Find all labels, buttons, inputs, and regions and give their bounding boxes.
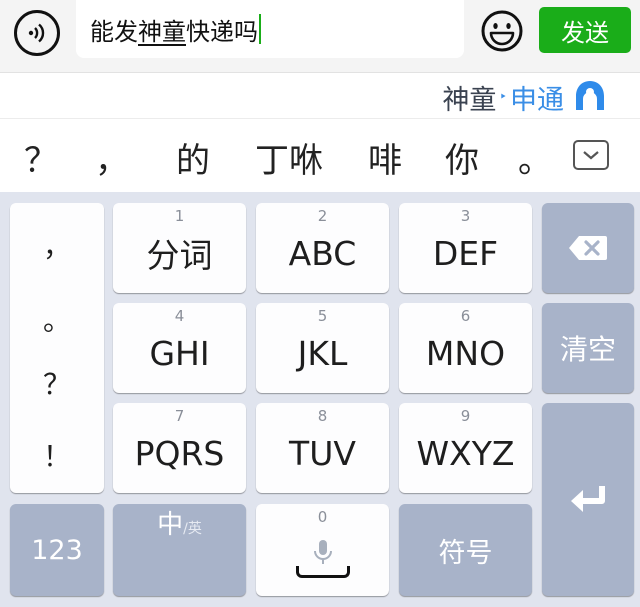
correction-suggestion-bar[interactable]: 神童 ‣ 申通 xyxy=(0,72,640,118)
candidate-item[interactable]: ？ xyxy=(24,133,58,182)
input-text-before: 能发 xyxy=(90,17,138,46)
text-caret xyxy=(259,14,261,44)
key-9[interactable]: 9 WXYZ xyxy=(399,403,532,493)
key-8[interactable]: 8 TUV xyxy=(256,403,389,493)
collapse-candidates-button[interactable] xyxy=(573,140,609,170)
key-2[interactable]: 2 ABC xyxy=(256,203,389,293)
candidate-item[interactable]: 的 xyxy=(176,133,210,182)
candidate-item[interactable]: 丁咻 xyxy=(255,133,323,182)
key-7[interactable]: 7 PQRS xyxy=(113,403,246,493)
enter-key[interactable] xyxy=(542,403,634,596)
lang-en-label: /英 xyxy=(183,521,202,537)
backspace-icon xyxy=(569,236,607,260)
key-number: 7 xyxy=(174,407,185,425)
suggestion-arrow: ‣ xyxy=(499,90,507,105)
suggestion-original: 神童 xyxy=(442,85,497,116)
key-label: MNO xyxy=(425,333,506,373)
backspace-key[interactable] xyxy=(542,203,634,293)
key-label: TUV xyxy=(289,433,356,473)
key-number: 3 xyxy=(460,207,471,225)
punctuation-column[interactable]: ， 。 ？ ！ xyxy=(10,203,104,493)
symbols-key[interactable]: 符号 xyxy=(399,504,532,596)
symbols-label: 符号 xyxy=(438,537,493,569)
clear-label: 清空 xyxy=(559,333,616,366)
candidate-item[interactable]: 。 xyxy=(518,133,552,182)
key-6[interactable]: 6 MNO xyxy=(399,303,532,393)
lang-zh-label: 中 xyxy=(157,510,184,540)
punctuation-key[interactable]: ？ xyxy=(10,363,104,403)
clear-key[interactable]: 清空 xyxy=(542,303,634,393)
language-switch-key[interactable]: 中/英 xyxy=(113,504,246,596)
send-button[interactable]: 发送 xyxy=(539,7,631,53)
key-number: 5 xyxy=(317,307,328,325)
correction-suggestion[interactable]: 神童 ‣ 申通 xyxy=(442,78,564,117)
space-key[interactable]: 0 xyxy=(256,504,389,596)
candidate-item[interactable]: ， xyxy=(95,133,129,182)
message-input[interactable]: 能发 神童 快递吗 xyxy=(76,0,464,58)
key-number: 2 xyxy=(317,207,328,225)
candidate-item[interactable]: 你 xyxy=(445,133,479,182)
suggestion-corrected: 申通 xyxy=(510,85,564,116)
numbers-key[interactable]: 123 xyxy=(10,504,104,596)
key-label: WXYZ xyxy=(416,433,515,473)
input-text-after: 快递吗 xyxy=(186,17,258,46)
collapse-chevron-icon xyxy=(583,151,599,160)
key-label: 分词 xyxy=(146,236,213,275)
candidate-bar: ？ ， 的 丁咻 啡 你 。 xyxy=(0,118,640,192)
key-label: PQRS xyxy=(134,433,225,473)
key-1[interactable]: 1 分词 xyxy=(113,203,246,293)
microphone-icon xyxy=(313,540,332,564)
key-number: 8 xyxy=(317,407,328,425)
punctuation-key[interactable]: ！ xyxy=(10,435,104,475)
key-label: GHI xyxy=(149,333,210,373)
candidate-item[interactable]: 啡 xyxy=(368,133,402,182)
voice-input-button[interactable] xyxy=(14,10,60,56)
input-text-composing: 神童 xyxy=(138,17,186,46)
key-5[interactable]: 5 JKL xyxy=(256,303,389,393)
key-number: 4 xyxy=(174,307,185,325)
key-label: ABC xyxy=(288,233,357,273)
input-bar: 能发 神童 快递吗 发送 xyxy=(0,0,640,72)
key-label: JKL xyxy=(297,333,348,373)
key-number: 0 xyxy=(317,508,328,526)
key-label: DEF xyxy=(432,233,499,273)
key-number: 1 xyxy=(174,207,185,225)
key-number: 6 xyxy=(460,307,471,325)
brand-logo-icon xyxy=(576,81,604,110)
punctuation-key[interactable]: 。 xyxy=(10,299,104,339)
key-3[interactable]: 3 DEF xyxy=(399,203,532,293)
emoji-icon[interactable] xyxy=(480,9,524,53)
voice-input-icon xyxy=(28,23,45,43)
enter-icon xyxy=(571,485,605,512)
punctuation-key[interactable]: ， xyxy=(10,225,104,265)
key-4[interactable]: 4 GHI xyxy=(113,303,246,393)
space-bar-icon xyxy=(296,566,350,578)
key-number: 9 xyxy=(460,407,471,425)
numbers-label: 123 xyxy=(31,534,83,566)
